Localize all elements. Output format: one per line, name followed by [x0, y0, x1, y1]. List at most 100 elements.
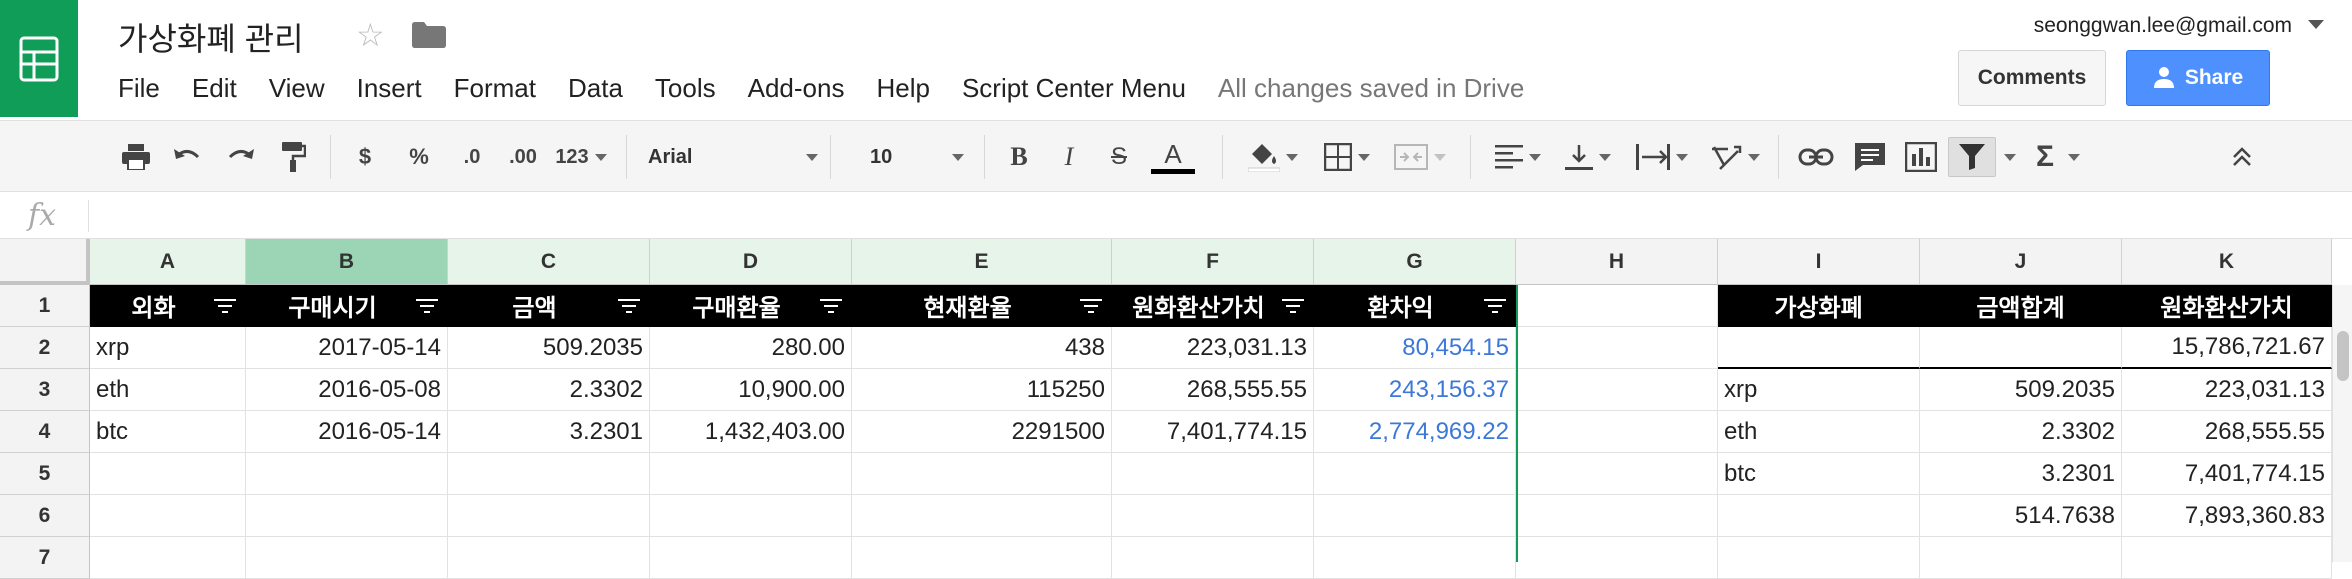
table-cell[interactable]: [1314, 495, 1516, 537]
table-cell[interactable]: 3.2301: [448, 411, 650, 453]
table-cell[interactable]: [1112, 495, 1314, 537]
vertical-scrollbar[interactable]: [2332, 285, 2352, 562]
summary-cell[interactable]: [1718, 495, 1920, 537]
table-cell[interactable]: 223,031.13: [1112, 327, 1314, 369]
filter-icon[interactable]: [415, 299, 439, 313]
summary-cell[interactable]: 15,786,721.67: [2122, 327, 2332, 369]
menu-help[interactable]: Help: [876, 73, 929, 104]
table-cell[interactable]: 2291500: [852, 411, 1112, 453]
undo-icon[interactable]: [170, 137, 206, 177]
valign-bottom-icon[interactable]: [1560, 137, 1616, 177]
document-title[interactable]: 가상화폐 관리: [118, 14, 304, 60]
print-icon[interactable]: [118, 137, 154, 177]
summary-header-cell[interactable]: 금액합계: [1920, 285, 2122, 327]
chart-icon[interactable]: [1902, 137, 1940, 177]
align-left-icon[interactable]: [1490, 137, 1546, 177]
menu-format[interactable]: Format: [454, 73, 536, 104]
summary-cell[interactable]: [1718, 537, 1920, 579]
summary-cell[interactable]: btc: [1718, 453, 1920, 495]
table-cell[interactable]: 2016-05-14: [246, 411, 448, 453]
share-button[interactable]: Share: [2126, 50, 2270, 106]
summary-cell[interactable]: 268,555.55: [2122, 411, 2332, 453]
table-cell[interactable]: [246, 537, 448, 579]
summary-cell[interactable]: 7,401,774.15: [2122, 453, 2332, 495]
table-cell[interactable]: 2,774,969.22: [1314, 411, 1516, 453]
filter-icon[interactable]: [213, 299, 237, 313]
table-cell[interactable]: 80,454.15: [1314, 327, 1516, 369]
filter-icon[interactable]: [819, 299, 843, 313]
scrollbar-thumb[interactable]: [2337, 331, 2349, 381]
table-cell[interactable]: [650, 537, 852, 579]
menu-tools[interactable]: Tools: [655, 73, 716, 104]
summary-cell[interactable]: [2122, 537, 2332, 579]
merge-icon[interactable]: [1388, 137, 1452, 177]
summary-cell[interactable]: 2.3302: [1920, 411, 2122, 453]
summary-cell[interactable]: 509.2035: [1920, 369, 2122, 411]
cell-h1[interactable]: [1516, 285, 1718, 327]
table-cell[interactable]: [1112, 453, 1314, 495]
row-header-6[interactable]: 6: [0, 495, 90, 537]
percent-format-button[interactable]: %: [402, 137, 436, 177]
table-cell[interactable]: [1516, 537, 1718, 579]
table-cell[interactable]: 2.3302: [448, 369, 650, 411]
column-header-k[interactable]: K: [2122, 239, 2332, 285]
row-header-1[interactable]: 1: [0, 285, 90, 327]
table-cell[interactable]: xrp: [90, 327, 246, 369]
table-cell[interactable]: btc: [90, 411, 246, 453]
table-cell[interactable]: [246, 495, 448, 537]
font-size-select[interactable]: 10: [870, 137, 964, 177]
column-header-g[interactable]: G: [1314, 239, 1516, 285]
table-cell[interactable]: 115250: [852, 369, 1112, 411]
account-dropdown-icon[interactable]: [2308, 20, 2324, 29]
rotate-icon[interactable]: [1706, 137, 1764, 177]
table-cell[interactable]: [852, 537, 1112, 579]
star-icon[interactable]: ☆: [356, 16, 385, 54]
summary-cell[interactable]: [1920, 537, 2122, 579]
menu-file[interactable]: File: [118, 73, 160, 104]
bold-button[interactable]: B: [1002, 137, 1036, 177]
save-status[interactable]: All changes saved in Drive: [1218, 73, 1524, 104]
paint-format-icon[interactable]: [276, 137, 312, 177]
header-cell[interactable]: 원화환산가치: [1112, 285, 1314, 327]
column-header-e[interactable]: E: [852, 239, 1112, 285]
menu-script-center[interactable]: Script Center Menu: [962, 73, 1186, 104]
column-header-d[interactable]: D: [650, 239, 852, 285]
chevron-down-icon[interactable]: [2004, 154, 2016, 161]
select-all-corner[interactable]: [0, 239, 90, 285]
table-cell[interactable]: 1,432,403.00: [650, 411, 852, 453]
table-cell[interactable]: [1516, 453, 1718, 495]
row-header-3[interactable]: 3: [0, 369, 90, 411]
column-header-i[interactable]: I: [1718, 239, 1920, 285]
row-header-7[interactable]: 7: [0, 537, 90, 579]
borders-icon[interactable]: [1318, 137, 1376, 177]
table-cell[interactable]: [90, 537, 246, 579]
link-icon[interactable]: [1796, 137, 1836, 177]
table-cell[interactable]: 280.00: [650, 327, 852, 369]
table-cell[interactable]: [448, 537, 650, 579]
header-cell[interactable]: 환차익: [1314, 285, 1516, 327]
decrease-decimal-button[interactable]: .0: [452, 137, 492, 177]
summary-cell[interactable]: xrp: [1718, 369, 1920, 411]
summary-cell[interactable]: eth: [1718, 411, 1920, 453]
table-cell[interactable]: [650, 495, 852, 537]
table-cell[interactable]: [1516, 411, 1718, 453]
table-cell[interactable]: 2016-05-08: [246, 369, 448, 411]
header-cell[interactable]: 구매시기: [246, 285, 448, 327]
header-cell[interactable]: 구매환율: [650, 285, 852, 327]
summary-header-cell[interactable]: 가상화폐: [1718, 285, 1920, 327]
table-cell[interactable]: [90, 495, 246, 537]
column-header-h[interactable]: H: [1516, 239, 1718, 285]
font-family-select[interactable]: Arial: [648, 137, 818, 177]
comments-button[interactable]: Comments: [1958, 50, 2106, 106]
menu-edit[interactable]: Edit: [192, 73, 237, 104]
column-header-c[interactable]: C: [448, 239, 650, 285]
strikethrough-button[interactable]: S: [1102, 137, 1136, 177]
filter-icon[interactable]: [617, 299, 641, 313]
header-cell[interactable]: 금액: [448, 285, 650, 327]
column-header-a[interactable]: A: [90, 239, 246, 285]
table-cell[interactable]: [246, 453, 448, 495]
table-cell[interactable]: [1314, 453, 1516, 495]
table-cell[interactable]: 10,900.00: [650, 369, 852, 411]
table-cell[interactable]: [448, 453, 650, 495]
table-cell[interactable]: [1516, 495, 1718, 537]
